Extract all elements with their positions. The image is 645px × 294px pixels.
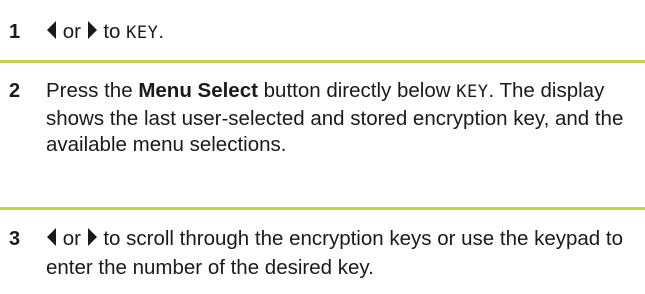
key-label: KEY bbox=[126, 23, 159, 43]
or-text: or bbox=[62, 20, 81, 43]
step-text: Press the Menu Select button directly be… bbox=[46, 78, 642, 159]
step-text: or to KEY. bbox=[46, 19, 642, 48]
step-1: 1 or to KEY. bbox=[0, 0, 645, 60]
to-text: to bbox=[103, 20, 121, 43]
menu-select-label: Menu Select bbox=[138, 79, 258, 102]
period: . bbox=[488, 79, 495, 102]
period: . bbox=[158, 20, 165, 43]
step-number: 2 bbox=[9, 80, 21, 102]
step-text: or to scroll through the encryption keys… bbox=[46, 226, 642, 281]
left-arrow-icon bbox=[46, 20, 57, 48]
step-3: 3 or to scroll through the encryption ke… bbox=[0, 210, 645, 294]
button-suffix: button directly below bbox=[263, 79, 451, 102]
left-arrow-icon bbox=[46, 227, 57, 255]
step-number: 1 bbox=[9, 21, 21, 43]
right-arrow-icon bbox=[87, 227, 98, 255]
press-text: Press the bbox=[46, 79, 133, 102]
or-text: or bbox=[62, 227, 81, 250]
scroll-text: to scroll through the encryption keys or… bbox=[46, 227, 623, 279]
step-2: 2 Press the Menu Select button directly … bbox=[0, 63, 645, 207]
right-arrow-icon bbox=[87, 20, 98, 48]
key-label: KEY bbox=[456, 82, 489, 102]
step-number: 3 bbox=[9, 228, 21, 250]
